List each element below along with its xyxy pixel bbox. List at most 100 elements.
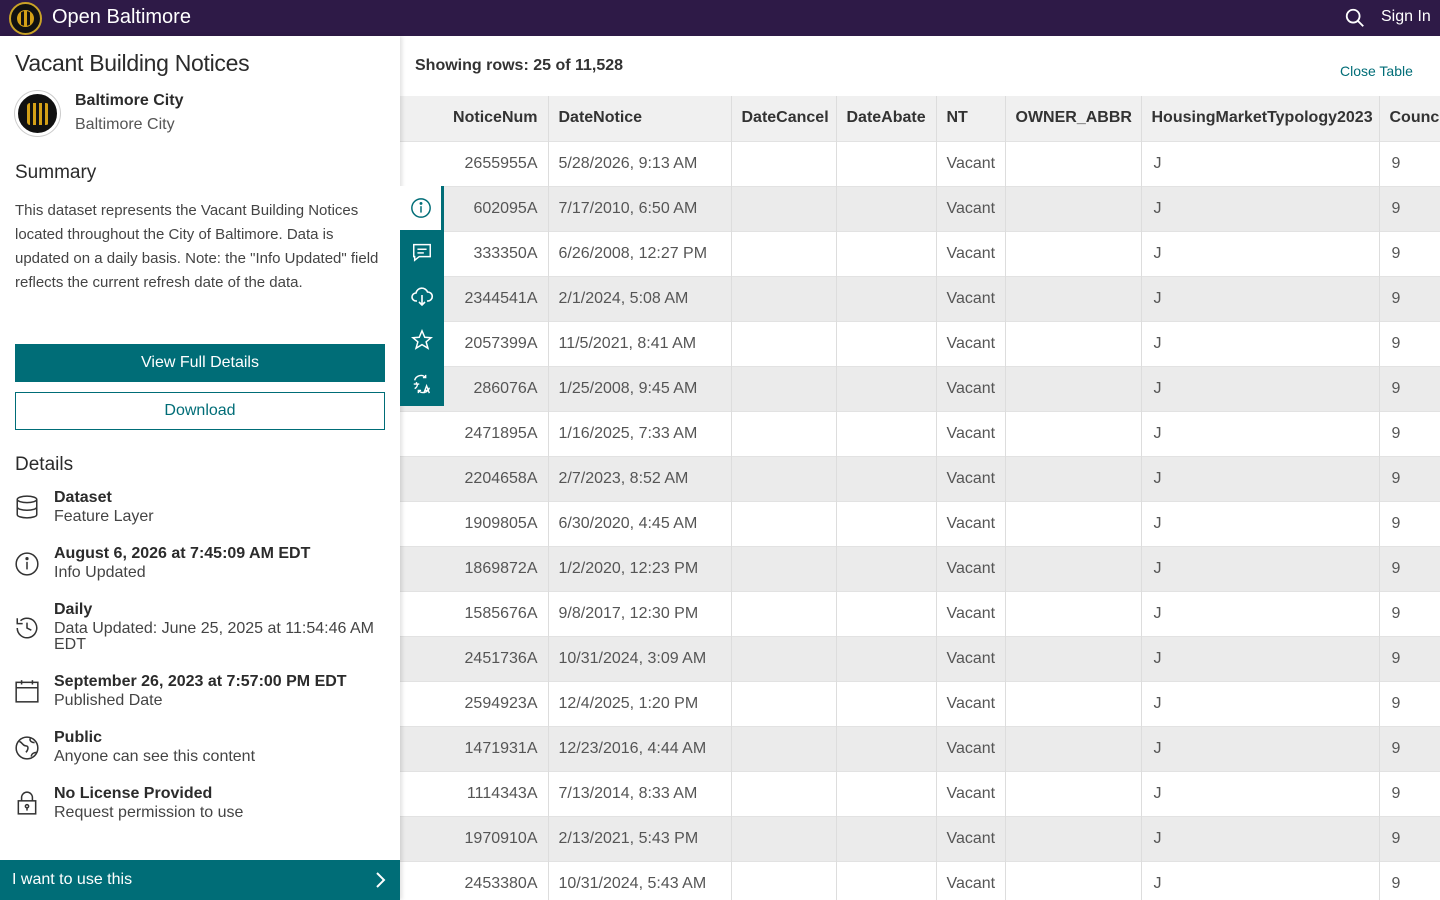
column-header[interactable]: OWNER_ABBR [1005,96,1142,141]
table-cell [1005,815,1142,861]
table-cell: 9 [1379,590,1440,636]
lock-icon [17,791,37,815]
column-header[interactable]: DateCancel [731,96,837,141]
table-cell: 12/23/2016, 4:44 AM [548,725,732,771]
table-cell [1005,275,1142,321]
table-cell [731,365,837,411]
table-row[interactable]: 1909805A 6/30/2020, 4:45 AM Vacant J 9 [400,500,1440,546]
table-row[interactable]: 1585676A 9/8/2017, 12:30 PM Vacant J 9 [400,590,1440,636]
comments-tool-button[interactable] [400,230,444,274]
cta-label: I want to use this [12,871,133,888]
search-icon[interactable] [1344,7,1366,29]
column-header[interactable]: DateAbate [836,96,937,141]
table-cell [836,140,937,186]
table-cell: 9 [1379,230,1440,276]
table-cell [731,725,837,771]
table-row[interactable]: 2344541A 2/1/2024, 5:08 AM Vacant J 9 [400,275,1440,321]
table-cell [1005,500,1142,546]
table-cell: Vacant [936,500,1006,546]
table-cell [731,410,837,456]
table-header-row: NoticeNum DateNotice DateCancel DateAbat… [400,96,1440,141]
table-cell: J [1141,320,1380,366]
table-cell: 2471895A [400,410,549,456]
table-cell: 5/28/2026, 9:13 AM [548,140,732,186]
table-row[interactable]: 2471895A 1/16/2025, 7:33 AM Vacant J 9 [400,410,1440,456]
detail-subtitle: Anyone can see this content [54,748,256,765]
sign-in-link[interactable]: Sign In [1381,8,1431,26]
table-cell: 2204658A [400,455,549,501]
table-cell: 9 [1379,455,1440,501]
owner-name[interactable]: Baltimore City [75,92,183,110]
table-cell: 1909805A [400,500,549,546]
table-cell [836,635,937,681]
table-cell [1005,725,1142,771]
table-cell: 9 [1379,635,1440,681]
info-icon [410,198,431,218]
table-cell [836,545,937,591]
table-cell [731,590,837,636]
table-cell: Vacant [936,455,1006,501]
table-row[interactable]: 1471931A 12/23/2016, 4:44 AM Vacant J 9 [400,725,1440,771]
detail-subtitle: Published Date [54,692,163,709]
table-cell: 6/30/2020, 4:45 AM [548,500,732,546]
table-row[interactable]: 1970910A 2/13/2021, 5:43 PM Vacant J 9 [400,815,1440,861]
chevron-right-icon [376,872,386,888]
table-row[interactable]: 333350A 6/26/2008, 12:27 PM Vacant J 9 [400,230,1440,276]
table-cell: Vacant [936,770,1006,816]
table-cell: J [1141,635,1380,681]
detail-title: Public [54,729,103,746]
column-header[interactable]: NoticeNum [400,96,549,141]
table-cell [731,185,837,231]
view-full-details-button[interactable]: View Full Details [15,344,385,382]
summary-heading: Summary [15,162,97,183]
table-cell: J [1141,725,1380,771]
table-cell [731,860,837,900]
download-button[interactable]: Download [15,392,385,430]
top-nav-bar: Open Baltimore Sign In [0,0,1440,36]
column-header[interactable]: NT [936,96,1006,141]
column-header[interactable]: Council [1379,96,1440,141]
column-header[interactable]: DateNotice [548,96,732,141]
city-seal-icon[interactable] [9,2,42,35]
table-cell: 7/13/2014, 8:33 AM [548,770,732,816]
table-row[interactable]: 2594923A 12/4/2025, 1:20 PM Vacant J 9 [400,680,1440,726]
table-cell: 2/7/2023, 8:52 AM [548,455,732,501]
table-cell [1005,410,1142,456]
table-row[interactable]: 2057399A 11/5/2021, 8:41 AM Vacant J 9 [400,320,1440,366]
table-row[interactable]: 2655955A 5/28/2026, 9:13 AM Vacant J 9 [400,140,1440,186]
table-cell: Vacant [936,725,1006,771]
table-cell: 7/17/2010, 6:50 AM [548,185,732,231]
table-row[interactable]: 2204658A 2/7/2023, 8:52 AM Vacant J 9 [400,455,1440,501]
table-cell: 2655955A [400,140,549,186]
table-row[interactable]: 286076A 1/25/2008, 9:45 AM Vacant J 9 [400,365,1440,411]
database-icon [16,495,38,519]
table-cell: J [1141,410,1380,456]
table-row[interactable]: 602095A 7/17/2010, 6:50 AM Vacant J 9 [400,185,1440,231]
table-row[interactable]: 2451736A 10/31/2024, 3:09 AM Vacant J 9 [400,635,1440,681]
owner-avatar[interactable] [15,91,60,136]
favorite-tool-button[interactable] [400,318,444,362]
download-tool-button[interactable] [400,274,444,318]
column-header[interactable]: HousingMarketTypology2023 [1141,96,1380,141]
info-tool-button[interactable] [400,186,444,230]
detail-subtitle: Feature Layer [54,508,154,525]
table-cell: 9 [1379,770,1440,816]
table-cell: J [1141,500,1380,546]
table-cell [731,455,837,501]
table-cell [836,320,937,366]
table-cell [731,230,837,276]
close-table-link[interactable]: Close Table [1340,63,1413,79]
site-title[interactable]: Open Baltimore [52,6,191,29]
table-cell [1005,680,1142,726]
table-row[interactable]: 2453380A 10/31/2024, 5:43 AM Vacant J 9 [400,860,1440,900]
table-row[interactable]: 1869872A 1/2/2020, 12:23 PM Vacant J 9 [400,545,1440,591]
translate-icon [413,374,431,394]
table-row[interactable]: 1114343A 7/13/2014, 8:33 AM Vacant J 9 [400,770,1440,816]
table-cell [836,860,937,900]
table-cell [836,275,937,321]
detail-subtitle: Request permission to use [54,804,244,821]
i-want-to-use-this-button[interactable]: I want to use this [0,860,400,900]
translate-tool-button[interactable] [400,362,444,406]
table-cell: J [1141,230,1380,276]
table-cell: Vacant [936,590,1006,636]
